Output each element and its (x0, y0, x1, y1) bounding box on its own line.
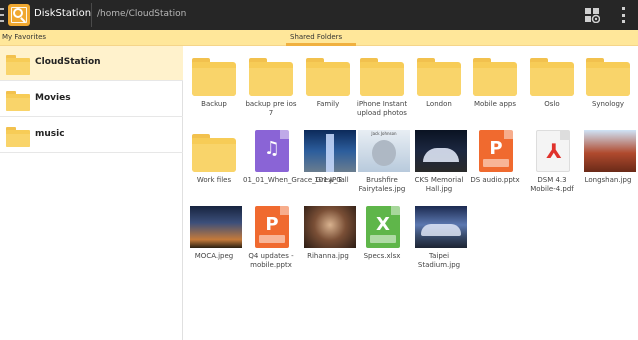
folder-icon (6, 127, 30, 147)
photo-thumbnail (584, 130, 636, 172)
tab-strip: My Favorites Shared Folders (0, 30, 638, 46)
item-name: Taipei Stadium.jpg (417, 252, 461, 269)
sidebar: CloudStation Movies music (0, 46, 183, 340)
folder-icon (306, 58, 350, 96)
sidebar-item-label: Movies (35, 93, 71, 103)
photo-thumbnail (304, 206, 356, 248)
item-name: MOCA.jpeg (194, 252, 234, 260)
item-name: Longshan.jpg (584, 176, 632, 184)
item-name: 101.JPG (314, 176, 342, 184)
item-name: Work files (196, 176, 232, 184)
disk-station-logo-icon[interactable] (8, 4, 30, 26)
folder-icon (249, 58, 293, 96)
item-name: Mobile apps (473, 100, 516, 108)
folder-icon (586, 58, 630, 96)
folder-icon (192, 134, 236, 172)
album-cover-text: Jack Johnson (371, 131, 397, 136)
item-name: Synology (591, 100, 625, 108)
photo-thumbnail (415, 130, 467, 172)
folder-icon (473, 58, 517, 96)
folder-icon (530, 58, 574, 96)
photo-thumbnail (415, 206, 467, 248)
item-name: iPhone Instant upload photos (356, 100, 408, 117)
item-name: 01_01_When_Grace_Grew_Tall (243, 176, 349, 184)
sidebar-item-label: CloudStation (35, 57, 101, 67)
photo-thumbnail (304, 130, 356, 172)
music-file-icon: ♫ (255, 130, 289, 172)
overflow-menu-icon[interactable] (620, 7, 626, 23)
action-bar-divider (91, 3, 92, 27)
pdf-file-icon: ⅄ (536, 130, 570, 172)
sidebar-item-movies[interactable]: Movies (0, 82, 183, 117)
pptx-file-icon: P (479, 130, 513, 172)
photo-thumbnail: Jack Johnson (358, 130, 410, 172)
action-bar: DiskStation /home/CloudStation (0, 0, 638, 30)
item-name: Rihanna.jpg (307, 252, 349, 260)
folder-icon (192, 58, 236, 96)
item-name: DSM 4.3 Mobile-4.pdf (530, 176, 574, 193)
folder-icon (417, 58, 461, 96)
sidebar-item-cloudstation[interactable]: CloudStation (0, 46, 183, 81)
item-name: CKS Memorial Hall.jpg (414, 176, 464, 193)
item-name: Oslo (544, 100, 560, 108)
sidebar-item-music[interactable]: music (0, 118, 183, 153)
item-name: London (426, 100, 452, 108)
app-title: DiskStation (34, 8, 92, 19)
file-grid: Backup backup pre ios 7 Family iPhone In… (184, 46, 638, 340)
tab-shared-folders[interactable]: Shared Folders (290, 33, 342, 41)
folder-icon (6, 55, 30, 75)
item-name: backup pre ios 7 (245, 100, 297, 117)
app-window: DiskStation /home/CloudStation My Favori… (0, 0, 638, 340)
current-path: /home/CloudStation (97, 9, 187, 19)
item-name: Specs.xlsx (363, 252, 401, 260)
item-name: Backup (201, 100, 227, 108)
item-name: Brushfire Fairytales.jpg (358, 176, 406, 193)
folder-icon (360, 58, 404, 96)
grid-view-icon[interactable] (584, 7, 600, 23)
xlsx-file-icon: X (366, 206, 400, 248)
sidebar-item-label: music (35, 129, 65, 139)
nav-drawer-icon[interactable] (0, 8, 5, 22)
pptx-file-icon: P (255, 206, 289, 248)
item-name: DS audio.pptx (470, 176, 520, 184)
item-name: Family (316, 100, 340, 108)
tab-my-favorites[interactable]: My Favorites (2, 33, 46, 41)
photo-thumbnail (190, 206, 242, 248)
item-name: Q4 updates - mobile.pptx (248, 252, 294, 269)
folder-icon (6, 91, 30, 111)
